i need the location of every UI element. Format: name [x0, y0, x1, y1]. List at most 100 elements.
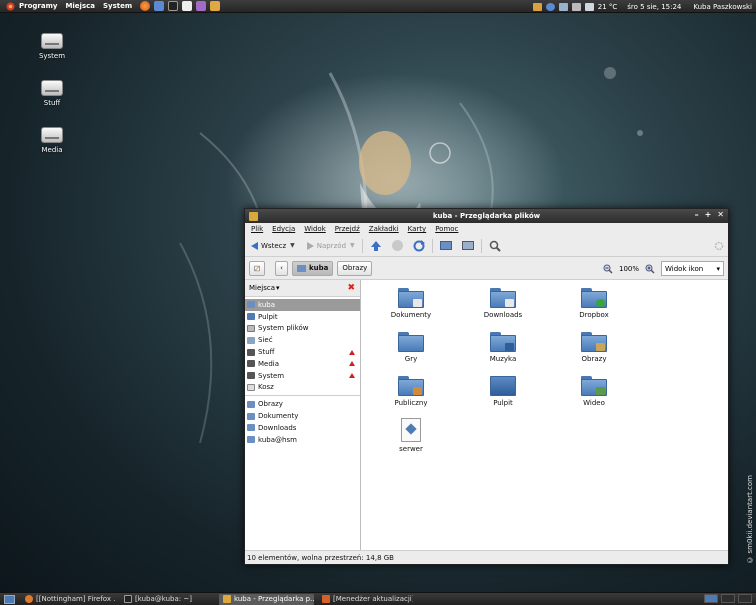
menu-miejsca[interactable]: Miejsca: [65, 2, 95, 10]
desktop-icon-stuff[interactable]: Stuff: [32, 80, 72, 107]
view-mode-select[interactable]: Widok ikon ▾: [661, 261, 724, 276]
stop-icon[interactable]: [391, 240, 403, 251]
task-file-manager[interactable]: kuba - Przeglądarka p...: [219, 593, 314, 605]
show-desktop-icon[interactable]: [4, 594, 15, 604]
image-viewer-launcher-icon[interactable]: [182, 1, 193, 11]
forward-button[interactable]: Naprzód: [306, 241, 346, 250]
icon-view[interactable]: Dokumenty Downloads Dropbox Gry Muzyka O…: [361, 280, 728, 552]
workspace-1[interactable]: [704, 594, 718, 603]
pidgin-launcher-icon[interactable]: [196, 1, 207, 11]
sidebar-item-kuba[interactable]: kuba: [245, 299, 360, 311]
weather-tray-icon[interactable]: [584, 2, 594, 11]
bluetooth-tray-icon[interactable]: [545, 2, 555, 11]
zoom-in-icon[interactable]: [645, 264, 655, 274]
menu-przejdz[interactable]: Przejdź: [335, 225, 360, 233]
file-item-wideo[interactable]: Wideo: [564, 376, 624, 407]
edit-location-toggle[interactable]: [249, 260, 265, 276]
close-sidebar-button[interactable]: ✖: [347, 283, 355, 293]
maximize-button[interactable]: +: [705, 210, 712, 219]
throbber-icon: [714, 241, 724, 250]
terminal-launcher-icon[interactable]: [168, 1, 179, 11]
folder-icon: [247, 424, 255, 432]
sidebar-item-kosz[interactable]: Kosz: [245, 382, 360, 394]
file-item-publiczny[interactable]: Publiczny: [381, 376, 441, 407]
zoom-level[interactable]: 100%: [619, 265, 639, 273]
menu-edycja[interactable]: Edycja: [272, 225, 295, 233]
back-history-dropdown[interactable]: ▼: [290, 242, 295, 249]
menu-programy[interactable]: Programy: [19, 2, 57, 10]
menu-plik[interactable]: Plik: [251, 225, 263, 233]
clock[interactable]: śro 5 sie, 15:24: [627, 3, 681, 11]
file-item-serwer[interactable]: serwer: [381, 418, 441, 453]
network-tray-icon[interactable]: [558, 2, 568, 11]
menu-pomoc[interactable]: Pomoc: [435, 225, 458, 233]
menu-system[interactable]: System: [103, 2, 132, 10]
task-terminal[interactable]: [kuba@kuba: ~]: [120, 594, 215, 605]
view-mode-value: Widok ikon: [665, 264, 704, 273]
hard-drive-icon: [41, 127, 63, 143]
chevron-down-icon[interactable]: ▾: [276, 284, 280, 292]
sidebar: Miejsca ▾ ✖ kuba Pulpit System plików Si…: [245, 280, 361, 552]
workspace-3[interactable]: [738, 594, 752, 603]
path-button-obrazy[interactable]: Obrazy: [337, 260, 373, 276]
gnome-foot-icon[interactable]: [6, 1, 15, 11]
bookmark-dokumenty[interactable]: Dokumenty: [245, 410, 360, 422]
sidebar-item-stuff[interactable]: Stuff: [245, 346, 360, 358]
file-item-obrazy[interactable]: Obrazy: [564, 332, 624, 363]
close-button[interactable]: ✕: [717, 210, 724, 219]
computer-icon: [461, 241, 474, 250]
file-item-gry[interactable]: Gry: [381, 332, 441, 363]
file-item-muzyka[interactable]: Muzyka: [473, 332, 533, 363]
zoom-out-icon[interactable]: [603, 264, 613, 274]
eject-icon[interactable]: [349, 349, 355, 355]
home-folder-launcher-icon[interactable]: [210, 1, 221, 11]
thunderbird-launcher-icon[interactable]: [154, 1, 165, 11]
file-item-downloads[interactable]: Downloads: [473, 288, 533, 319]
search-icon[interactable]: [489, 240, 501, 252]
pictures-folder-icon: [581, 332, 607, 352]
sidebar-item-siec[interactable]: Sieć: [245, 334, 360, 346]
eject-icon[interactable]: [349, 361, 355, 367]
desktop-icon-media[interactable]: Media: [32, 127, 72, 154]
home-button[interactable]: [439, 241, 452, 250]
sidebar-item-media[interactable]: Media: [245, 358, 360, 370]
forward-history-dropdown[interactable]: ▼: [350, 242, 355, 249]
bookmark-obrazy[interactable]: Obrazy: [245, 398, 360, 410]
bottom-taskbar: [[Nottingham] Firefox ... [kuba@kuba: ~]…: [0, 592, 756, 605]
sidebar-item-system[interactable]: System: [245, 370, 360, 382]
package-tray-icon[interactable]: [532, 2, 542, 11]
public-folder-icon: [398, 376, 424, 396]
task-firefox[interactable]: [[Nottingham] Firefox ...: [21, 594, 116, 605]
sidebar-item-system-plikow[interactable]: System plików: [245, 323, 360, 335]
computer-button[interactable]: [461, 241, 474, 250]
minimize-button[interactable]: –: [695, 210, 699, 219]
window-titlebar[interactable]: kuba - Przeglądarka plików – + ✕: [245, 209, 728, 223]
firefox-launcher-icon[interactable]: [140, 1, 151, 11]
volume-tray-icon[interactable]: [571, 2, 581, 11]
sidebar-mode-select[interactable]: Miejsca: [249, 284, 275, 292]
menu-widok[interactable]: Widok: [304, 225, 326, 233]
temperature-readout[interactable]: 21 °C: [598, 3, 618, 11]
path-scroll-left[interactable]: ‹: [275, 260, 288, 276]
path-button-kuba[interactable]: kuba: [292, 260, 334, 276]
menu-zakladki[interactable]: Zakładki: [369, 225, 399, 233]
music-folder-icon: [490, 332, 516, 352]
eject-icon[interactable]: [349, 373, 355, 379]
reload-icon[interactable]: [413, 239, 425, 252]
file-item-dropbox[interactable]: Dropbox: [564, 288, 624, 319]
workspace-2[interactable]: [721, 594, 735, 603]
back-button[interactable]: Wstecz: [251, 241, 286, 250]
toolbar: Wstecz ▼ Naprzód ▼: [245, 235, 728, 257]
up-arrow-icon[interactable]: [370, 240, 382, 252]
bookmark-downloads[interactable]: Downloads: [245, 422, 360, 434]
menu-bar: Plik Edycja Widok Przejdź Zakładki Karty…: [245, 223, 728, 235]
desktop-icon-system[interactable]: System: [32, 33, 72, 60]
menu-karty[interactable]: Karty: [408, 225, 427, 233]
sidebar-item-pulpit[interactable]: Pulpit: [245, 311, 360, 323]
bookmark-kuba-hsm[interactable]: kuba@hsm: [245, 434, 360, 446]
user-menu[interactable]: Kuba Paszkowski: [693, 3, 752, 11]
file-item-dokumenty[interactable]: Dokumenty: [381, 288, 441, 319]
task-update-manager[interactable]: [Menedżer aktualizacji]: [318, 594, 413, 605]
file-item-pulpit[interactable]: Pulpit: [473, 376, 533, 407]
file-label: Gry: [404, 355, 418, 363]
